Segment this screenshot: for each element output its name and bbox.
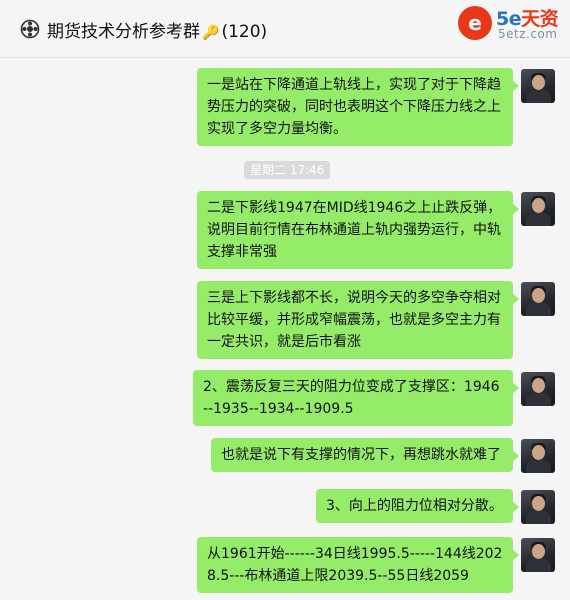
message-bubble[interactable]: 也就是说下有支撑的情况下，再想跳水就难了 (211, 438, 519, 472)
message-bubble[interactable]: 二是下影线1947在MID线1946之上止跌反弹，说明目前行情在布林通道上轨内强… (197, 191, 519, 269)
message-text: 2、震荡反复三天的阻力位变成了支撑区：1946--1935--1934--190… (203, 379, 500, 417)
site-watermark-logo: e 5e天资 5etz.com (458, 4, 568, 46)
group-settings-icon[interactable] (20, 19, 40, 39)
member-count: (120) (221, 22, 268, 42)
sender-avatar[interactable] (521, 282, 555, 316)
watermark-domain: 5etz.com (498, 27, 558, 41)
message-bubble[interactable]: 三是上下影线都不长，说明今天的多空争夺相对比较平缓，并形成窄幅震荡，也就是多空主… (197, 281, 519, 359)
sender-avatar[interactable] (521, 490, 555, 524)
sender-avatar[interactable] (521, 192, 555, 226)
message-text: 也就是说下有支撑的情况下，再想跳水就难了 (221, 447, 501, 463)
message-text: 一是站在下降通道上轨线上，实现了对于下降趋势压力的突破，同时也表明这个下降压力线… (207, 77, 501, 137)
message-timestamp: 星期二 17:46 (244, 161, 331, 179)
message-text: 3、向上的阻力位相对分散。 (326, 498, 503, 514)
message-bubble[interactable]: 从1961开始------34日线1995.5-----144线2028.5--… (197, 537, 519, 593)
message-text: 三是上下影线都不长，说明今天的多空争夺相对比较平缓，并形成窄幅震荡，也就是多空主… (207, 290, 501, 350)
key-icon: 🔑 (202, 25, 220, 41)
sender-avatar[interactable] (521, 538, 555, 572)
chat-header: 期货技术分析参考群 🔑 (120) e 5e天资 5etz.com (0, 0, 570, 58)
watermark-badge: e (458, 6, 492, 40)
sender-avatar[interactable] (521, 69, 555, 103)
sender-avatar[interactable] (521, 439, 555, 473)
message-bubble[interactable]: 2、震荡反复三天的阻力位变成了支撑区：1946--1935--1934--190… (193, 370, 519, 426)
chat-title[interactable]: 期货技术分析参考群 🔑 (120) (47, 17, 267, 42)
message-text: 从1961开始------34日线1995.5-----144线2028.5--… (207, 546, 503, 584)
message-text: 二是下影线1947在MID线1946之上止跌反弹，说明目前行情在布林通道上轨内强… (207, 200, 502, 260)
sender-avatar[interactable] (521, 372, 555, 406)
group-name: 期货技术分析参考群 (47, 22, 200, 42)
message-bubble[interactable]: 3、向上的阻力位相对分散。 (316, 489, 519, 523)
message-bubble[interactable]: 一是站在下降通道上轨线上，实现了对于下降趋势压力的突破，同时也表明这个下降压力线… (197, 68, 519, 146)
